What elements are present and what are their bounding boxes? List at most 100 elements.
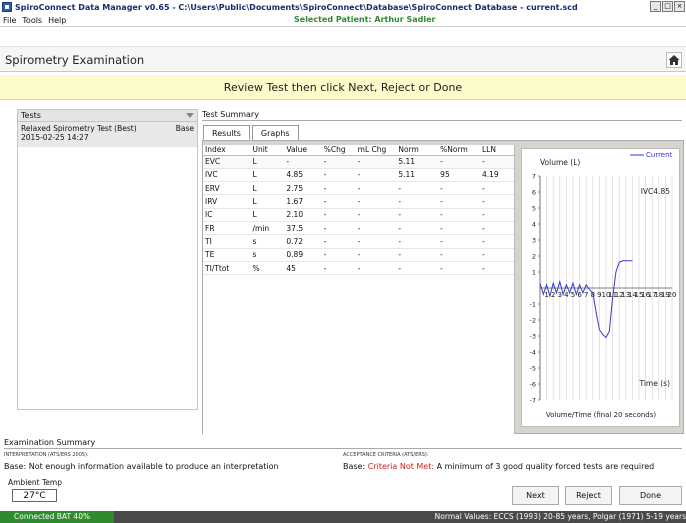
column-header: Index — [203, 145, 251, 156]
table-cell: 2.10 — [284, 208, 322, 222]
table-row: TE s 0.89- - - - - — [203, 248, 514, 262]
next-button[interactable]: Next — [512, 486, 559, 505]
table-cell: - — [480, 155, 514, 169]
y-tick-label: 2 — [532, 253, 536, 261]
reject-button[interactable]: Reject — [565, 486, 612, 505]
x-tick-label: 6 — [577, 291, 582, 299]
table-cell: ERV — [203, 181, 251, 196]
tab-graphs[interactable]: Graphs — [251, 125, 299, 140]
column-header: Norm — [396, 145, 439, 156]
minimize-button[interactable]: _ — [650, 1, 661, 12]
table-row: ERV L 2.75- - - - - — [203, 181, 514, 196]
table-cell: - — [321, 248, 356, 262]
x-tick-label: 20 — [668, 291, 677, 299]
table-cell: L — [250, 181, 285, 196]
tests-header-label: Tests — [21, 111, 41, 120]
table-cell: - — [321, 208, 356, 222]
test-summary-label: Test Summary — [202, 110, 259, 119]
x-tick-label: 7 — [584, 291, 588, 299]
menu-tools[interactable]: Tools — [22, 16, 42, 25]
tab-results[interactable]: Results — [203, 125, 250, 140]
table-row: TI s 0.72- - - - - — [203, 234, 514, 249]
table-cell: - — [396, 248, 439, 262]
table-cell: 0.72 — [284, 234, 322, 249]
done-button[interactable]: Done — [619, 486, 682, 505]
close-button[interactable]: × — [674, 1, 685, 12]
x-axis-label: Time (s) — [639, 379, 671, 388]
table-cell: 4.85 — [284, 168, 322, 183]
y-tick-label: -1 — [530, 301, 536, 309]
x-tick-label: 2 — [551, 291, 555, 299]
chart-annotation: IVC4.85 — [641, 187, 671, 196]
table-cell: - — [396, 181, 439, 196]
table-cell: - — [355, 261, 397, 276]
table-cell: - — [355, 194, 397, 209]
tests-panel: Tests Relaxed Spirometry Test (Best) 201… — [17, 109, 198, 410]
table-cell: - — [355, 221, 397, 236]
table-cell: L — [250, 208, 285, 222]
table-cell: - — [355, 181, 397, 196]
table-cell: % — [250, 261, 285, 276]
table-row: IRV L 1.67- - - - - — [203, 194, 514, 209]
column-header: Value — [284, 145, 322, 156]
table-cell: - — [396, 261, 439, 276]
chevron-down-icon[interactable] — [186, 113, 194, 118]
table-cell: - — [396, 208, 439, 222]
test-name: Relaxed Spirometry Test (Best) — [21, 124, 137, 133]
test-list-item[interactable]: Relaxed Spirometry Test (Best) 2015-02-2… — [18, 122, 197, 147]
table-cell: - — [321, 221, 356, 236]
table-cell: 1.67 — [284, 194, 322, 209]
table-cell: 95 — [438, 168, 480, 183]
y-tick-label: -2 — [530, 317, 536, 325]
instruction-text: Review Test then click Next, Reject or D… — [223, 81, 463, 94]
criteria-not-met: Criteria Not Met: — [367, 462, 435, 471]
y-tick-label: -5 — [530, 365, 536, 373]
table-cell: 2.75 — [284, 181, 322, 196]
table-cell: - — [480, 261, 514, 276]
exam-summary-label: Examination Summary — [4, 438, 96, 447]
selected-patient: Selected Patient: Arthur Sadler — [294, 15, 436, 24]
table-cell: 4.19 — [480, 168, 514, 183]
table-cell: - — [284, 155, 322, 169]
table-cell: - — [321, 168, 356, 183]
y-tick-label: -7 — [530, 397, 536, 405]
table-cell: /min — [250, 221, 285, 236]
column-header: Unit — [250, 145, 285, 156]
menu-file[interactable]: File — [3, 16, 16, 25]
legend-label: Current — [646, 151, 673, 159]
acceptance-text: Base: Criteria Not Met: A minimum of 3 g… — [343, 462, 654, 471]
test-date: 2015-02-25 14:27 — [21, 133, 89, 142]
maximize-button[interactable]: □ — [662, 1, 673, 12]
chart-caption: Volume/Time (final 20 seconds) — [546, 411, 657, 419]
tests-header[interactable]: Tests — [18, 110, 197, 122]
table-cell: - — [438, 208, 480, 222]
table-row: EVC L - - -5.11- - — [203, 155, 514, 169]
ambient-temp-field[interactable]: 27°C — [12, 489, 57, 502]
x-tick-label: 4 — [564, 291, 569, 299]
table-cell: - — [396, 234, 439, 249]
table-cell: IC — [203, 208, 251, 222]
column-header: LLN — [480, 145, 514, 156]
page-title: Spirometry Examination — [5, 53, 145, 67]
table-cell: TI/Ttot — [203, 261, 251, 276]
table-cell: - — [480, 221, 514, 236]
table-cell: - — [396, 221, 439, 236]
y-tick-label: -6 — [530, 381, 536, 389]
table-body: EVC L - - -5.11- - IVC L 4.85- -5.11 95 4.19 ERV L 2.7… — [203, 155, 514, 276]
table-cell: 5.11 — [396, 155, 439, 169]
summary-tabs: Results Graphs — [203, 125, 301, 140]
table-cell: - — [480, 208, 514, 222]
table-cell: - — [321, 155, 356, 169]
home-button[interactable] — [666, 52, 682, 68]
menu-help[interactable]: Help — [48, 16, 66, 25]
table-row: IC L 2.10- - - - - — [203, 208, 514, 222]
table-cell: - — [321, 181, 356, 196]
table-cell: 0.89 — [284, 248, 322, 262]
y-tick-label: -4 — [530, 349, 536, 357]
app-icon — [2, 2, 12, 12]
x-tick-label: 5 — [571, 291, 575, 299]
acceptance-title: ACCEPTANCE CRITERIA (ATS/ERS): — [343, 452, 429, 458]
table-cell: FR — [203, 221, 251, 236]
x-tick-label: 1 — [544, 291, 548, 299]
table-cell: - — [355, 168, 397, 183]
